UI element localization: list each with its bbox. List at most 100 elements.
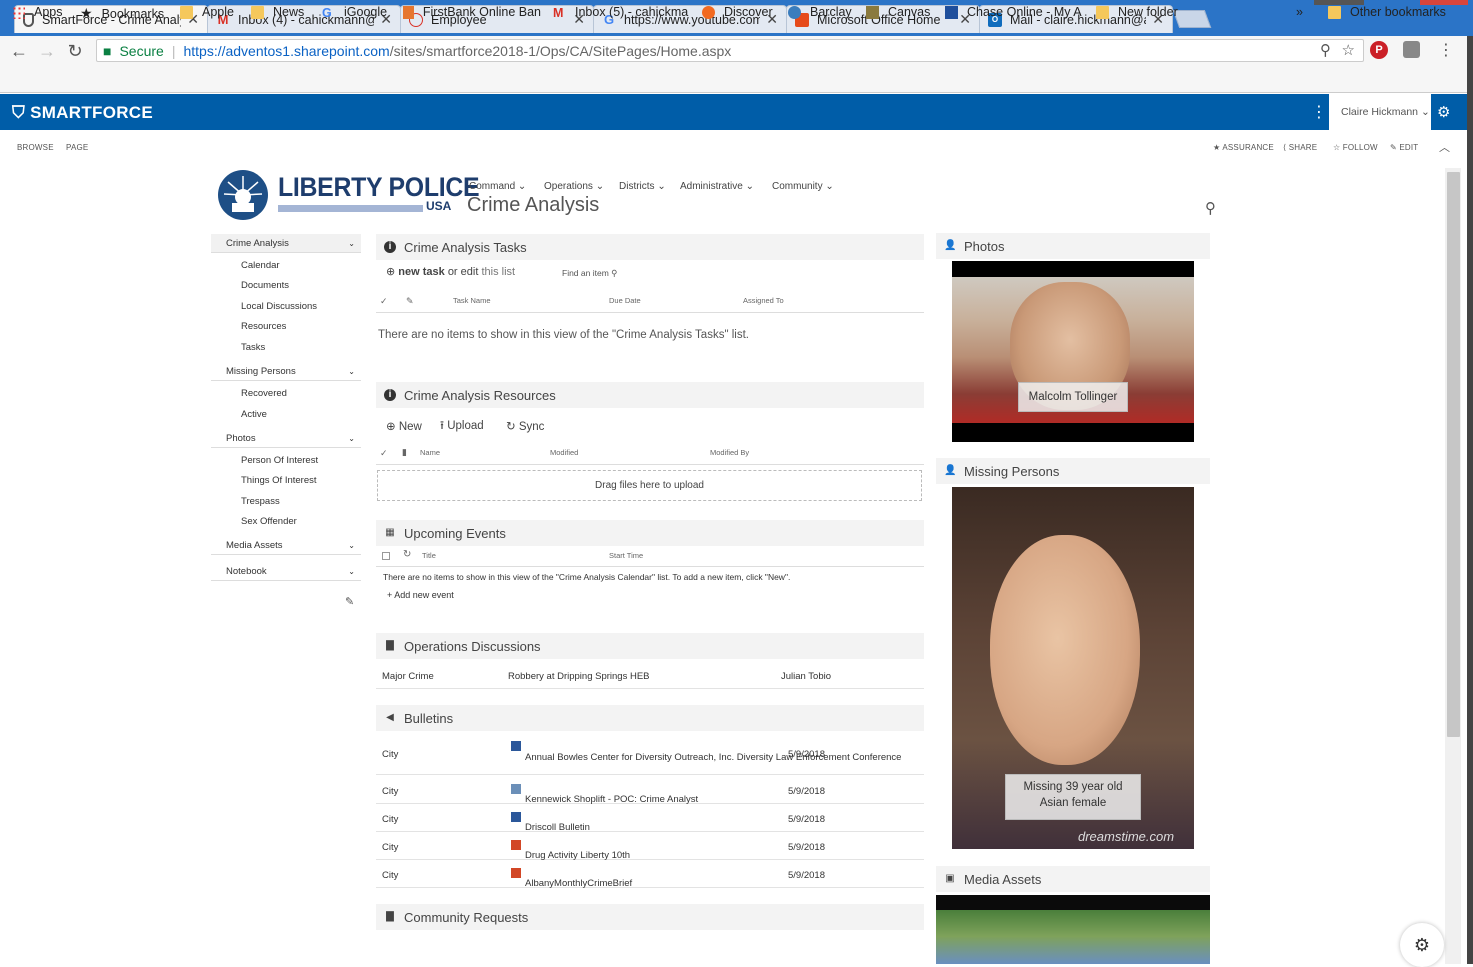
- liberty-police-logo[interactable]: [218, 170, 268, 220]
- collapse-ribbon-icon[interactable]: ︿: [1439, 139, 1450, 155]
- topnav-command[interactable]: Command ⌄: [469, 181, 526, 192]
- checkmark-icon[interactable]: ✓: [380, 448, 388, 459]
- leftnav-media-assets[interactable]: Media Assets ⌄: [211, 536, 361, 555]
- webpart-header-missing-persons[interactable]: 👤 Missing Persons: [936, 458, 1210, 484]
- chevron-down-icon[interactable]: ⌄: [348, 562, 355, 581]
- leftnav-missing-persons[interactable]: Missing Persons ⌄: [211, 362, 361, 381]
- bookmark-canvas[interactable]: Canvas: [866, 5, 930, 19]
- leftnav-item[interactable]: Sex Offender: [211, 516, 361, 527]
- settings-gear-icon[interactable]: ⚙: [1400, 923, 1444, 967]
- tab-page[interactable]: PAGE: [66, 143, 88, 152]
- menu-icon[interactable]: ⋮: [1438, 40, 1454, 60]
- smartforce-logo[interactable]: ⛉ SMARTFORCE: [12, 103, 153, 123]
- share-button[interactable]: ⟨ SHARE: [1283, 143, 1317, 152]
- leftnav-item[interactable]: Documents: [211, 280, 361, 291]
- tab-browse[interactable]: BROWSE: [17, 143, 54, 152]
- other-bookmarks[interactable]: Other bookmarks: [1328, 5, 1446, 19]
- leftnav-item[interactable]: Trespass: [211, 496, 361, 507]
- find-item-search[interactable]: Find an item ⚲: [562, 268, 617, 279]
- bookmark-discover[interactable]: Discover: [702, 5, 773, 19]
- bookmarks-overflow[interactable]: »: [1296, 5, 1303, 19]
- edit-links-icon[interactable]: ✎: [345, 595, 354, 608]
- sync-button[interactable]: ↻ Sync: [506, 419, 544, 433]
- leftnav-photos[interactable]: Photos ⌄: [211, 429, 361, 448]
- upload-button[interactable]: ⭱ Upload: [440, 418, 484, 437]
- more-icon[interactable]: ⋮: [1311, 102, 1327, 122]
- new-tab-button[interactable]: [1172, 10, 1212, 28]
- chevron-down-icon[interactable]: ⌄: [348, 536, 355, 555]
- col-modified-by[interactable]: Modified By: [710, 448, 749, 457]
- webpart-header-photos[interactable]: 👤 Photos: [936, 233, 1210, 259]
- new-button[interactable]: ⊕ New: [386, 419, 422, 433]
- leftnav-item[interactable]: Recovered: [211, 388, 361, 399]
- col-modified[interactable]: Modified: [550, 448, 578, 457]
- add-event-link[interactable]: + Add new event: [387, 590, 454, 600]
- leftnav-item[interactable]: Calendar: [211, 260, 361, 271]
- topnav-districts[interactable]: Districts ⌄: [619, 181, 666, 192]
- leftnav-item[interactable]: Resources: [211, 321, 361, 332]
- scrollbar-thumb[interactable]: [1447, 172, 1460, 737]
- leftnav-notebook[interactable]: Notebook ⌄: [211, 562, 361, 581]
- topnav-operations[interactable]: Operations ⌄: [544, 181, 604, 192]
- webpart-header-discussions[interactable]: ▇ Operations Discussions: [376, 633, 924, 659]
- extension-icon[interactable]: [1403, 41, 1420, 58]
- chevron-down-icon[interactable]: ⌄: [348, 234, 355, 253]
- webpart-header-bulletins[interactable]: ◀ Bulletins: [376, 705, 924, 731]
- bookmark-new-folder[interactable]: New folder: [1096, 5, 1178, 19]
- webpart-header-community[interactable]: ▇ Community Requests: [376, 904, 924, 930]
- webpart-header-resources[interactable]: i Crime Analysis Resources: [376, 382, 924, 408]
- gear-icon[interactable]: ⚙: [1437, 103, 1450, 121]
- assurance-button[interactable]: ★ ASSURANCE: [1213, 143, 1274, 152]
- table-row[interactable]: City Drug Activity Liberty 10th 5/9/2018: [376, 832, 924, 861]
- col-assigned-to[interactable]: Assigned To: [743, 296, 784, 305]
- topnav-administrative[interactable]: Administrative ⌄: [680, 181, 754, 192]
- topnav-community[interactable]: Community ⌄: [772, 181, 834, 192]
- bookmark-barclay[interactable]: Barclay: [788, 5, 852, 19]
- new-task-link[interactable]: ⊕ new task or edit this list: [386, 265, 515, 278]
- table-row[interactable]: City Driscoll Bulletin 5/9/2018: [376, 804, 924, 833]
- bookmark-bookmarks[interactable]: ★ Bookmarks: [80, 5, 164, 22]
- col-title[interactable]: Title: [422, 551, 436, 560]
- drop-zone[interactable]: Drag files here to upload: [377, 470, 922, 501]
- address-bar[interactable]: ■ Secure | https://adventos1.sharepoint.…: [96, 39, 1364, 62]
- col-name[interactable]: Name: [420, 448, 440, 457]
- leftnav-crime-analysis[interactable]: Crime Analysis ⌄: [211, 234, 361, 253]
- reload-icon[interactable]: ↻: [65, 41, 85, 62]
- chevron-down-icon[interactable]: ⌄: [348, 429, 355, 448]
- col-due-date[interactable]: Due Date: [609, 296, 641, 305]
- leftnav-item[interactable]: Active: [211, 409, 361, 420]
- bookmark-news[interactable]: News: [251, 5, 304, 19]
- bookmark-firstbank[interactable]: FirstBank Online Ban: [403, 5, 541, 19]
- checkmark-icon[interactable]: ✓: [380, 296, 388, 307]
- table-row[interactable]: Major Crime Robbery at Dripping Springs …: [376, 661, 924, 689]
- media-video-thumbnail[interactable]: [936, 895, 1210, 964]
- bookmark-inbox[interactable]: M Inbox (5) - cahickma: [553, 5, 689, 19]
- table-row[interactable]: City AlbanyMonthlyCrimeBrief 5/9/2018: [376, 860, 924, 889]
- edit-button[interactable]: ✎ EDIT: [1390, 143, 1418, 152]
- follow-button[interactable]: ☆ FOLLOW: [1333, 143, 1378, 152]
- col-start-time[interactable]: Start Time: [609, 551, 643, 560]
- webpart-header-tasks[interactable]: i Crime Analysis Tasks: [376, 234, 924, 260]
- table-row[interactable]: City Kennewick Shoplift - POC: Crime Ana…: [376, 776, 924, 805]
- table-row[interactable]: City Annual Bowles Center for Diversity …: [376, 733, 924, 775]
- back-icon[interactable]: ←: [9, 41, 29, 62]
- bookmark-apps[interactable]: Apps: [12, 5, 63, 19]
- user-menu[interactable]: Claire Hickmann ⌄: [1329, 94, 1431, 130]
- forward-icon[interactable]: →: [37, 41, 57, 62]
- zoom-icon[interactable]: ⚲: [1320, 41, 1331, 59]
- webpart-header-media-assets[interactable]: ▣ Media Assets: [936, 866, 1210, 892]
- search-icon[interactable]: ⚲: [1205, 199, 1216, 217]
- bookmark-chase[interactable]: Chase Online - My A: [945, 5, 1083, 19]
- bookmark-apple[interactable]: Apple: [180, 5, 234, 19]
- webpart-header-events[interactable]: ▦ Upcoming Events: [376, 520, 924, 546]
- star-icon[interactable]: ☆: [1342, 41, 1355, 59]
- col-task-name[interactable]: Task Name: [453, 296, 491, 305]
- pinterest-icon[interactable]: P: [1370, 41, 1388, 59]
- leftnav-item[interactable]: Local Discussions: [211, 301, 361, 312]
- select-all-checkbox[interactable]: [382, 552, 390, 560]
- bookmark-igoogle[interactable]: GiGoogle: [322, 5, 387, 20]
- leftnav-item[interactable]: Tasks: [211, 342, 361, 353]
- chevron-down-icon[interactable]: ⌄: [348, 362, 355, 381]
- leftnav-item[interactable]: Things Of Interest: [211, 475, 361, 486]
- leftnav-item[interactable]: Person Of Interest: [211, 455, 361, 466]
